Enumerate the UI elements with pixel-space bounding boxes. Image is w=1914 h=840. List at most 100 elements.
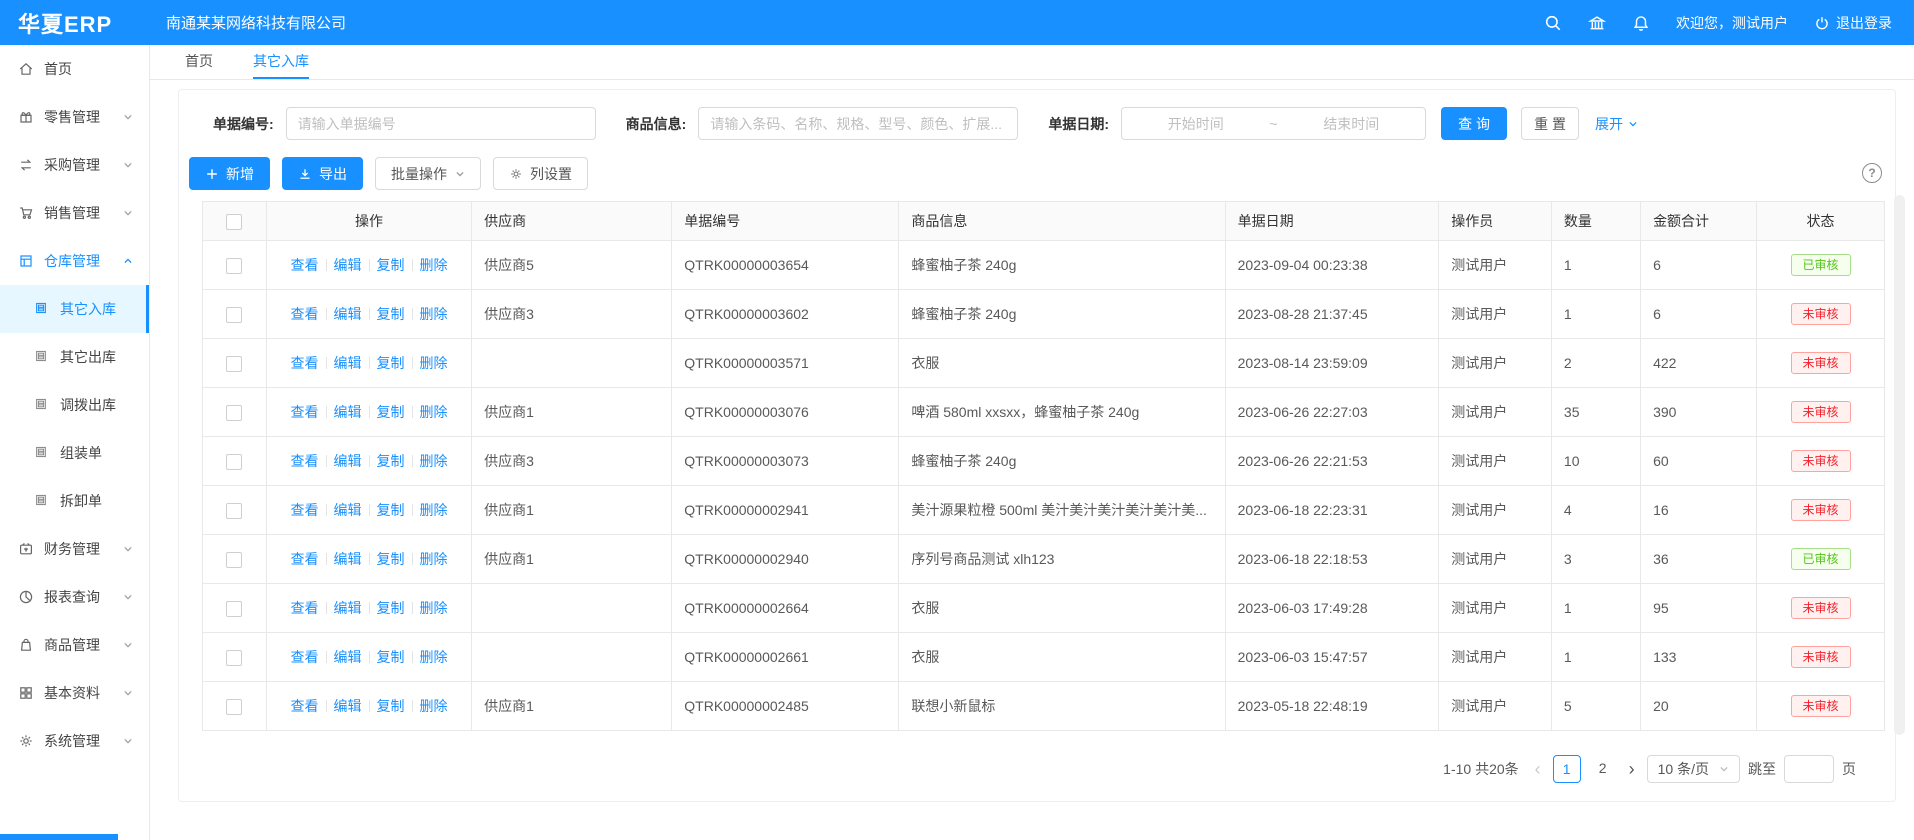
row-checkbox[interactable] <box>226 699 242 715</box>
copy-link[interactable]: 复制 <box>377 257 405 273</box>
copy-link[interactable]: 复制 <box>377 649 405 665</box>
status-badge[interactable]: 已审核 <box>1791 548 1851 570</box>
sidebar-item-retail[interactable]: 零售管理 <box>0 93 149 141</box>
edit-link[interactable]: 编辑 <box>334 257 362 273</box>
row-checkbox[interactable] <box>226 307 242 323</box>
sidebar-item-goods[interactable]: 商品管理 <box>0 621 149 669</box>
view-link[interactable]: 查看 <box>291 453 319 469</box>
sidebar-item-purchase[interactable]: 采购管理 <box>0 141 149 189</box>
select-all-checkbox[interactable] <box>226 214 242 230</box>
export-button[interactable]: 导出 <box>282 157 363 190</box>
delete-link[interactable]: 删除 <box>420 551 448 567</box>
logout-button[interactable]: 退出登录 <box>1814 13 1892 33</box>
copy-link[interactable]: 复制 <box>377 551 405 567</box>
row-checkbox[interactable] <box>226 454 242 470</box>
sidebar-subitem-other-outbound[interactable]: 其它出库 <box>0 333 149 381</box>
view-link[interactable]: 查看 <box>291 355 319 371</box>
search-icon[interactable] <box>1544 14 1562 32</box>
sidebar-item-sales[interactable]: 销售管理 <box>0 189 149 237</box>
status-badge[interactable]: 未审核 <box>1791 597 1851 619</box>
copy-link[interactable]: 复制 <box>377 698 405 714</box>
sidebar-item-basic[interactable]: 基本资料 <box>0 669 149 717</box>
delete-link[interactable]: 删除 <box>420 404 448 420</box>
view-link[interactable]: 查看 <box>291 551 319 567</box>
edit-link[interactable]: 编辑 <box>334 649 362 665</box>
edit-link[interactable]: 编辑 <box>334 453 362 469</box>
batch-actions-button[interactable]: 批量操作 <box>375 157 481 190</box>
search-button[interactable]: 查 询 <box>1441 107 1507 140</box>
delete-link[interactable]: 删除 <box>420 649 448 665</box>
sidebar-item-home[interactable]: 首页 <box>0 45 149 93</box>
sidebar-subitem-transfer-outbound[interactable]: 调拨出库 <box>0 381 149 429</box>
edit-link[interactable]: 编辑 <box>334 306 362 322</box>
product-info-input[interactable] <box>698 107 1018 140</box>
delete-link[interactable]: 删除 <box>420 502 448 518</box>
status-badge[interactable]: 未审核 <box>1791 401 1851 423</box>
row-checkbox[interactable] <box>226 650 242 666</box>
delete-link[interactable]: 删除 <box>420 355 448 371</box>
next-page-button[interactable]: › <box>1625 756 1639 782</box>
sidebar-subitem-disassembly[interactable]: 拆卸单 <box>0 477 149 525</box>
sidebar-subitem-assembly[interactable]: 组装单 <box>0 429 149 477</box>
view-link[interactable]: 查看 <box>291 600 319 616</box>
edit-link[interactable]: 编辑 <box>334 502 362 518</box>
view-link[interactable]: 查看 <box>291 306 319 322</box>
view-link[interactable]: 查看 <box>291 649 319 665</box>
copy-link[interactable]: 复制 <box>377 355 405 371</box>
delete-link[interactable]: 删除 <box>420 600 448 616</box>
copy-link[interactable]: 复制 <box>377 404 405 420</box>
copy-link[interactable]: 复制 <box>377 502 405 518</box>
view-link[interactable]: 查看 <box>291 502 319 518</box>
edit-link[interactable]: 编辑 <box>334 404 362 420</box>
copy-link[interactable]: 复制 <box>377 306 405 322</box>
row-checkbox[interactable] <box>226 405 242 421</box>
row-checkbox[interactable] <box>226 552 242 568</box>
view-link[interactable]: 查看 <box>291 698 319 714</box>
copy-link[interactable]: 复制 <box>377 453 405 469</box>
expand-link[interactable]: 展开 <box>1595 114 1638 134</box>
edit-link[interactable]: 编辑 <box>334 355 362 371</box>
status-badge[interactable]: 已审核 <box>1791 254 1851 276</box>
page-button-2[interactable]: 2 <box>1589 755 1617 783</box>
sidebar-item-warehouse[interactable]: 仓库管理 <box>0 237 149 285</box>
status-badge[interactable]: 未审核 <box>1791 352 1851 374</box>
tab-home[interactable]: 首页 <box>185 45 213 79</box>
tab-other-inbound[interactable]: 其它入库 <box>253 45 309 79</box>
date-range-input[interactable]: 开始时间 ~ 结束时间 <box>1121 107 1426 140</box>
bank-icon[interactable] <box>1588 14 1606 32</box>
help-icon[interactable]: ? <box>1862 163 1882 183</box>
delete-link[interactable]: 删除 <box>420 453 448 469</box>
welcome-user[interactable]: 欢迎您，测试用户 <box>1676 13 1788 33</box>
sidebar-item-finance[interactable]: 财务管理 <box>0 525 149 573</box>
status-badge[interactable]: 未审核 <box>1791 695 1851 717</box>
edit-link[interactable]: 编辑 <box>334 600 362 616</box>
delete-link[interactable]: 删除 <box>420 306 448 322</box>
sidebar-item-system[interactable]: 系统管理 <box>0 717 149 765</box>
page-size-select[interactable]: 10 条/页 <box>1647 755 1740 783</box>
row-checkbox[interactable] <box>226 258 242 274</box>
row-checkbox[interactable] <box>226 503 242 519</box>
table-scrollbar[interactable] <box>1894 195 1905 735</box>
column-settings-button[interactable]: 列设置 <box>493 157 588 190</box>
status-badge[interactable]: 未审核 <box>1791 646 1851 668</box>
status-badge[interactable]: 未审核 <box>1791 303 1851 325</box>
view-link[interactable]: 查看 <box>291 257 319 273</box>
edit-link[interactable]: 编辑 <box>334 551 362 567</box>
jump-page-input[interactable] <box>1784 755 1834 783</box>
row-checkbox[interactable] <box>226 356 242 372</box>
reset-button[interactable]: 重 置 <box>1521 107 1579 140</box>
sidebar-item-report[interactable]: 报表查询 <box>0 573 149 621</box>
edit-link[interactable]: 编辑 <box>334 698 362 714</box>
prev-page-button[interactable]: ‹ <box>1531 756 1545 782</box>
delete-link[interactable]: 删除 <box>420 257 448 273</box>
page-button-1[interactable]: 1 <box>1553 755 1581 783</box>
status-badge[interactable]: 未审核 <box>1791 499 1851 521</box>
add-button[interactable]: 新增 <box>189 157 270 190</box>
copy-link[interactable]: 复制 <box>377 600 405 616</box>
view-link[interactable]: 查看 <box>291 404 319 420</box>
status-badge[interactable]: 未审核 <box>1791 450 1851 472</box>
delete-link[interactable]: 删除 <box>420 698 448 714</box>
sidebar-subitem-other-inbound[interactable]: 其它入库 <box>0 285 149 333</box>
bell-icon[interactable] <box>1632 14 1650 32</box>
bill-no-input[interactable] <box>286 107 596 140</box>
